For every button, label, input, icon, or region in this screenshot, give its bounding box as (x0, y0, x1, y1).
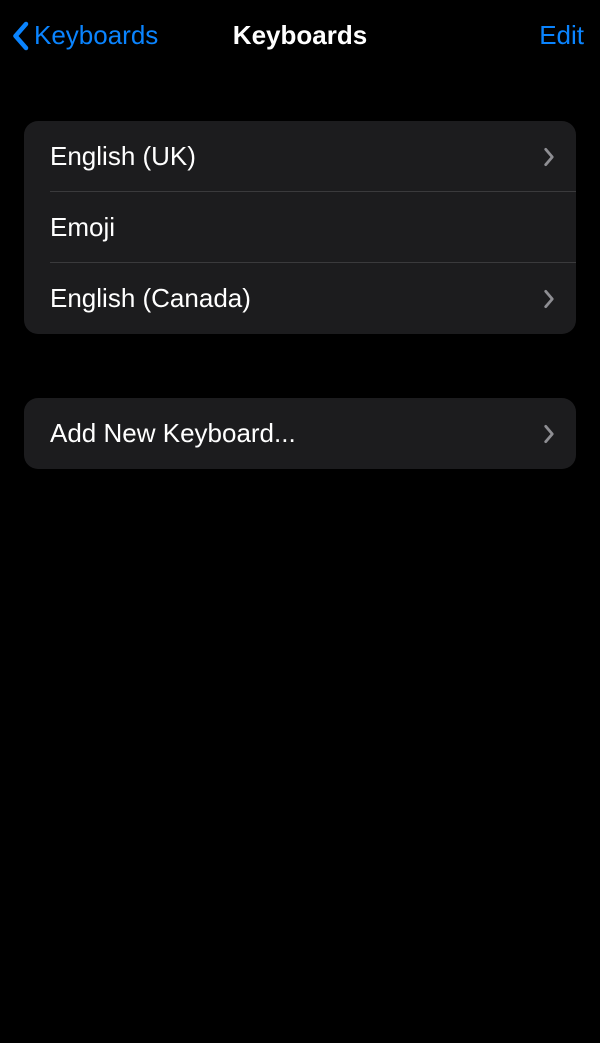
keyboards-list: English (UK) Emoji English (Canada) (24, 121, 576, 334)
keyboard-row-english-uk[interactable]: English (UK) (24, 121, 576, 192)
actions-list: Add New Keyboard... (24, 398, 576, 469)
keyboard-row-label: English (UK) (50, 141, 196, 172)
add-new-keyboard-button[interactable]: Add New Keyboard... (24, 398, 576, 469)
edit-button[interactable]: Edit (539, 20, 584, 51)
keyboard-row-english-canada[interactable]: English (Canada) (24, 263, 576, 334)
back-label: Keyboards (34, 20, 158, 51)
page-title: Keyboards (233, 20, 367, 51)
keyboard-row-emoji[interactable]: Emoji (24, 192, 576, 263)
chevron-right-icon (542, 146, 556, 168)
add-keyboard-label: Add New Keyboard... (50, 418, 296, 449)
chevron-right-icon (542, 423, 556, 445)
navigation-bar: Keyboards Keyboards Edit (0, 0, 600, 71)
keyboard-row-label: Emoji (50, 212, 115, 243)
keyboard-row-label: English (Canada) (50, 283, 251, 314)
chevron-left-icon (10, 21, 30, 51)
back-button[interactable]: Keyboards (10, 20, 158, 51)
content-area: English (UK) Emoji English (Canada) Add … (0, 71, 600, 469)
chevron-right-icon (542, 288, 556, 310)
